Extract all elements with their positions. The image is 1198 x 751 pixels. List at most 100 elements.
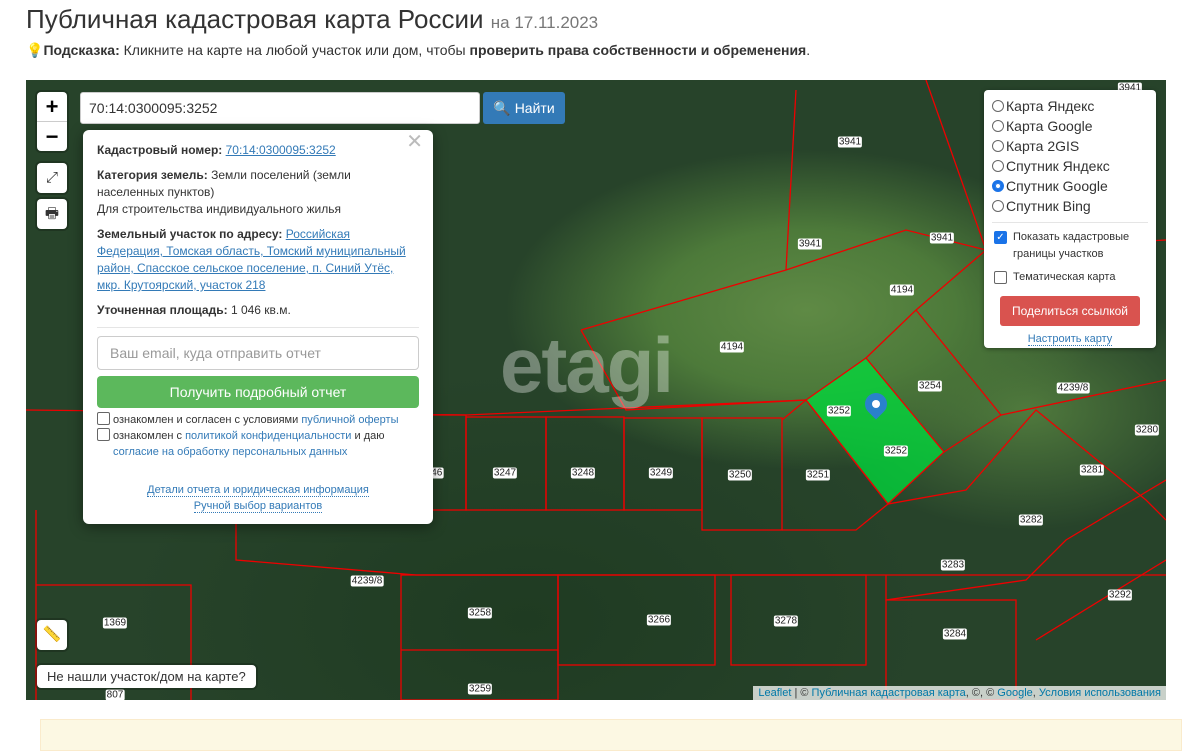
privacy-checkbox[interactable]	[97, 428, 110, 441]
parcel-info-popup: ✕ Кадастровый номер: 70:14:0300095:3252 …	[83, 130, 433, 524]
radio-button[interactable]	[992, 180, 1004, 192]
land-use: Для строительства индивидуального жилья	[97, 202, 341, 216]
thematic-label: Тематическая карта	[1013, 271, 1116, 283]
consent-link[interactable]: согласие на обработку персональных данны…	[113, 446, 347, 458]
parcel-label: 3259	[467, 683, 493, 695]
manual-select-link[interactable]: Ручной выбор вариантов	[193, 500, 323, 513]
parcel-label: 3283	[940, 559, 966, 571]
parcel-label: 807	[105, 689, 125, 700]
details-link[interactable]: Детали отчета и юридическая информация	[147, 484, 369, 497]
date: на 17.11.2023	[490, 13, 599, 32]
leaflet-link[interactable]: Leaflet	[758, 687, 791, 699]
close-icon[interactable]: ✕	[406, 132, 423, 152]
terms-link[interactable]: Условия использования	[1039, 687, 1161, 699]
parcel-label: 3282	[1018, 514, 1044, 526]
search-icon: 🔍	[493, 100, 511, 116]
parcel-label: 3258	[467, 607, 493, 619]
layer-label: Спутник Яндекс	[1006, 158, 1110, 174]
layer-option[interactable]: Карта Google	[992, 116, 1148, 136]
parcel-label: 3278	[773, 615, 799, 627]
fullscreen-button[interactable]: ⤢	[37, 163, 67, 193]
checkbox-box	[994, 271, 1007, 284]
agree2-text: ознакомлен с	[113, 430, 186, 442]
pkk-link[interactable]: Публичная кадастровая карта	[812, 687, 966, 699]
layer-option[interactable]: Спутник Яндекс	[992, 156, 1148, 176]
notice-box	[40, 719, 1182, 751]
zoom-in-button[interactable]: +	[37, 92, 67, 121]
find-button[interactable]: 🔍 Найти	[483, 92, 565, 124]
not-found-button[interactable]: Не нашли участок/дом на карте?	[37, 665, 256, 688]
layer-option[interactable]: Карта 2GIS	[992, 136, 1148, 156]
share-link-button[interactable]: Поделиться ссылкой	[1000, 296, 1140, 326]
parcel-label: 3281	[1079, 464, 1105, 476]
parcel-label: 3941	[929, 232, 955, 244]
checkmark-icon: ✓	[994, 231, 1007, 244]
radio-button[interactable]	[992, 200, 1004, 212]
attribution: Leaflet | © Публичная кадастровая карта,…	[753, 686, 1166, 700]
map[interactable]: etagi 3941 3941 3941 3941 4194 4194 3254 4239/8…	[26, 80, 1166, 700]
layer-option[interactable]: Спутник Bing	[992, 196, 1148, 216]
parcel-label: 3252	[826, 405, 852, 417]
hint-text: Кликните на карте на любой участок или д…	[119, 42, 470, 58]
offer-checkbox[interactable]	[97, 412, 110, 425]
layer-label: Карта Google	[1006, 118, 1093, 134]
layer-label: Спутник Google	[1006, 178, 1108, 194]
printer-icon: 🖶	[44, 205, 60, 222]
show-borders-label: Показать кадастровые границы участков	[1013, 231, 1130, 260]
show-borders-checkbox[interactable]: ✓ Показать кадастровые границы участков	[992, 229, 1148, 263]
parcel-label: 3254	[917, 380, 943, 392]
get-report-button[interactable]: Получить подробный отчет	[97, 376, 419, 408]
addr-label: Земельный участок по адресу:	[97, 227, 283, 241]
parcel-label: 3941	[837, 136, 863, 148]
find-label: Найти	[514, 100, 555, 116]
parcel-label: 4239/8	[350, 575, 384, 587]
cad-number-link[interactable]: 70:14:0300095:3252	[226, 143, 336, 157]
attr-sep: | ©	[791, 687, 812, 699]
parcel-label: 3248	[570, 467, 596, 479]
parcel-label: 3266	[646, 614, 672, 626]
radio-button[interactable]	[992, 140, 1004, 152]
layer-option[interactable]: Карта Яндекс	[992, 96, 1148, 116]
hint-bold: проверить права собственности и обремене…	[469, 42, 807, 58]
parcel-label: 3284	[942, 628, 968, 640]
parcel-label: 3247	[492, 467, 518, 479]
parcel-label: 1369	[102, 617, 128, 629]
email-input[interactable]: Ваш email, куда отправить отчет	[97, 336, 419, 370]
page-title: Публичная кадастровая карта России на 17…	[26, 4, 598, 35]
google-link[interactable]: Google	[997, 687, 1032, 699]
cadastral-search-input[interactable]: 70:14:0300095:3252	[80, 92, 480, 124]
parcel-label: 3280	[1134, 424, 1160, 436]
parcel-label: 3252	[883, 445, 909, 457]
offer-link[interactable]: публичной оферты	[301, 414, 398, 426]
layer-option[interactable]: Спутник Google	[992, 176, 1148, 196]
hint-label: Подсказка:	[43, 42, 120, 58]
privacy-link[interactable]: политикой конфиденциальности	[185, 430, 351, 442]
parcel-label: 3941	[797, 238, 823, 250]
radio-button[interactable]	[992, 100, 1004, 112]
watermark: etagi	[500, 321, 674, 409]
parcel-label: 4239/8	[1056, 382, 1090, 394]
radio-button[interactable]	[992, 120, 1004, 132]
expand-icon: ⤢	[45, 169, 58, 186]
area-label: Уточненная площадь:	[97, 303, 228, 317]
layer-label: Карта Яндекс	[1006, 98, 1095, 114]
lightbulb-icon: 💡	[26, 42, 44, 58]
title-text: Публичная кадастровая карта России	[26, 4, 484, 34]
cad-label: Кадастровый номер:	[97, 143, 223, 157]
radio-button[interactable]	[992, 160, 1004, 172]
thematic-checkbox[interactable]: Тематическая карта	[992, 269, 1148, 286]
zoom-out-button[interactable]: −	[37, 121, 67, 151]
parcel-label: 4194	[719, 341, 745, 353]
measure-button[interactable]: 📏	[37, 620, 67, 650]
parcel-label: 3251	[805, 469, 831, 481]
cat-label: Категория земель:	[97, 168, 208, 182]
layers-panel: Карта Яндекс Карта Google Карта 2GIS Спутни…	[984, 90, 1156, 348]
configure-map-link[interactable]: Настроить карту	[1027, 333, 1113, 346]
zoom-control: + −	[37, 92, 67, 151]
print-button[interactable]: 🖶	[37, 199, 67, 229]
area-value: 1 046 кв.м.	[230, 303, 291, 317]
layer-label: Карта 2GIS	[1006, 138, 1080, 154]
hint-end: .	[806, 42, 811, 58]
parcel-label: 3250	[727, 469, 753, 481]
hint: 💡Подсказка: Кликните на карте на любой у…	[26, 42, 810, 59]
